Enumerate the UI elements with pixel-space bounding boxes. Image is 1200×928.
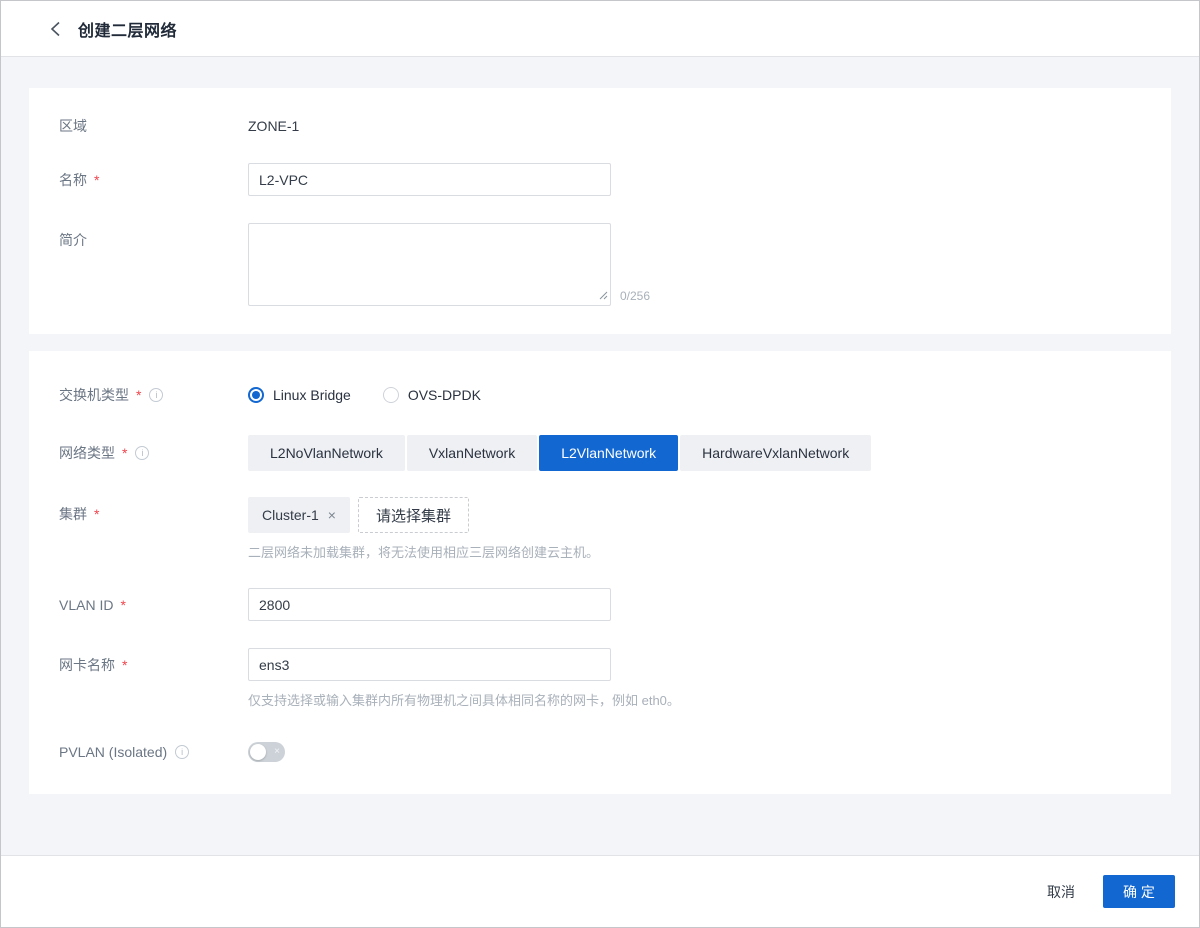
network-type-option-vxlan[interactable]: VxlanNetwork [406,435,538,471]
network-type-option-l2vlan[interactable]: L2VlanNetwork [539,435,679,471]
remove-tag-icon[interactable]: × [328,508,336,522]
cluster-tag: Cluster-1 × [248,497,350,533]
description-textarea-wrap [248,223,611,306]
pvlan-label: PVLAN (Isolated) i [59,744,248,760]
zone-row: 区域 ZONE-1 [59,116,1141,136]
description-label: 简介 [59,232,87,248]
nic-name-input[interactable] [248,648,611,681]
vlan-id-input[interactable] [248,588,611,621]
nic-name-label: 网卡名称 * [59,657,128,673]
page-title: 创建二层网络 [78,22,178,40]
char-counter: 0/256 [620,289,651,303]
cluster-field: Cluster-1 × 请选择集群 二层网络未加载集群，将无法使用相应三层网络创… [248,497,599,561]
pvlan-toggle[interactable]: × [248,742,285,762]
info-icon[interactable]: i [175,745,190,759]
switch-type-row: 交换机类型 * i Linux Bridge OVS-DPDK [59,385,1141,405]
zone-label: 区域 [59,118,87,134]
radio-selected-icon [248,387,264,403]
zone-value: ZONE-1 [248,118,300,134]
required-asterisk: * [122,445,128,461]
confirm-button[interactable]: 确 定 [1103,875,1175,908]
network-settings-card: 交换机类型 * i Linux Bridge OVS-DPDK 网络类型 * i… [29,351,1171,794]
dialog-footer: 取消 确 定 [1,855,1199,927]
basic-info-card: 区域 ZONE-1 名称 * 简介 [29,88,1171,334]
dialog-header: 创建二层网络 [1,1,1199,57]
radio-linux-bridge[interactable]: Linux Bridge [248,387,351,403]
description-row: 简介 0/256 [59,223,1141,306]
resize-handle-icon[interactable] [599,287,608,303]
required-asterisk: * [94,506,100,522]
back-icon[interactable] [45,19,65,39]
nic-name-field: 仅支持选择或输入集群内所有物理机之间具体相同名称的网卡，例如 eth0。 [248,648,680,709]
select-cluster-button[interactable]: 请选择集群 [357,497,469,533]
cancel-button[interactable]: 取消 [1047,882,1075,902]
create-l2-network-dialog: 创建二层网络 区域 ZONE-1 名称 * 简介 [0,0,1200,928]
cluster-row: 集群 * Cluster-1 × 请选择集群 二层网络未加载集群，将无法使用相应… [59,497,1141,561]
nic-help-text: 仅支持选择或输入集群内所有物理机之间具体相同名称的网卡，例如 eth0。 [248,693,680,708]
form-body: 区域 ZONE-1 名称 * 简介 [1,57,1199,855]
network-type-option-l2novlan[interactable]: L2NoVlanNetwork [248,435,405,471]
toggle-off-icon: × [274,746,280,757]
network-type-option-hardwarevxlan[interactable]: HardwareVxlanNetwork [680,435,872,471]
name-label: 名称 * [59,171,100,188]
required-asterisk: * [122,657,128,673]
radio-unselected-icon [382,387,399,403]
vlan-id-row: VLAN ID * [59,588,1141,621]
cluster-label: 集群 * [59,506,100,522]
required-asterisk: * [120,596,126,613]
description-textarea[interactable] [248,223,611,306]
network-type-label: 网络类型 * i [59,443,248,463]
vlan-id-label: VLAN ID * [59,596,126,613]
name-row: 名称 * [59,163,1141,196]
radio-ovs-dpdk[interactable]: OVS-DPDK [382,387,481,403]
switch-type-label: 交换机类型 * i [59,385,248,405]
info-icon[interactable]: i [135,446,150,460]
info-icon[interactable]: i [149,388,164,402]
pvlan-row: PVLAN (Isolated) i × [59,742,1141,762]
required-asterisk: * [136,387,142,403]
cluster-help-text: 二层网络未加载集群，将无法使用相应三层网络创建云主机。 [248,545,600,560]
required-asterisk: * [94,171,100,188]
network-type-options: L2NoVlanNetwork VxlanNetwork L2VlanNetwo… [248,435,872,471]
network-type-row: 网络类型 * i L2NoVlanNetwork VxlanNetwork L2… [59,435,1141,471]
toggle-knob [250,744,266,760]
switch-type-radio-group: Linux Bridge OVS-DPDK [248,387,481,403]
nic-name-row: 网卡名称 * 仅支持选择或输入集群内所有物理机之间具体相同名称的网卡，例如 et… [59,648,1141,709]
name-input[interactable] [248,163,611,196]
